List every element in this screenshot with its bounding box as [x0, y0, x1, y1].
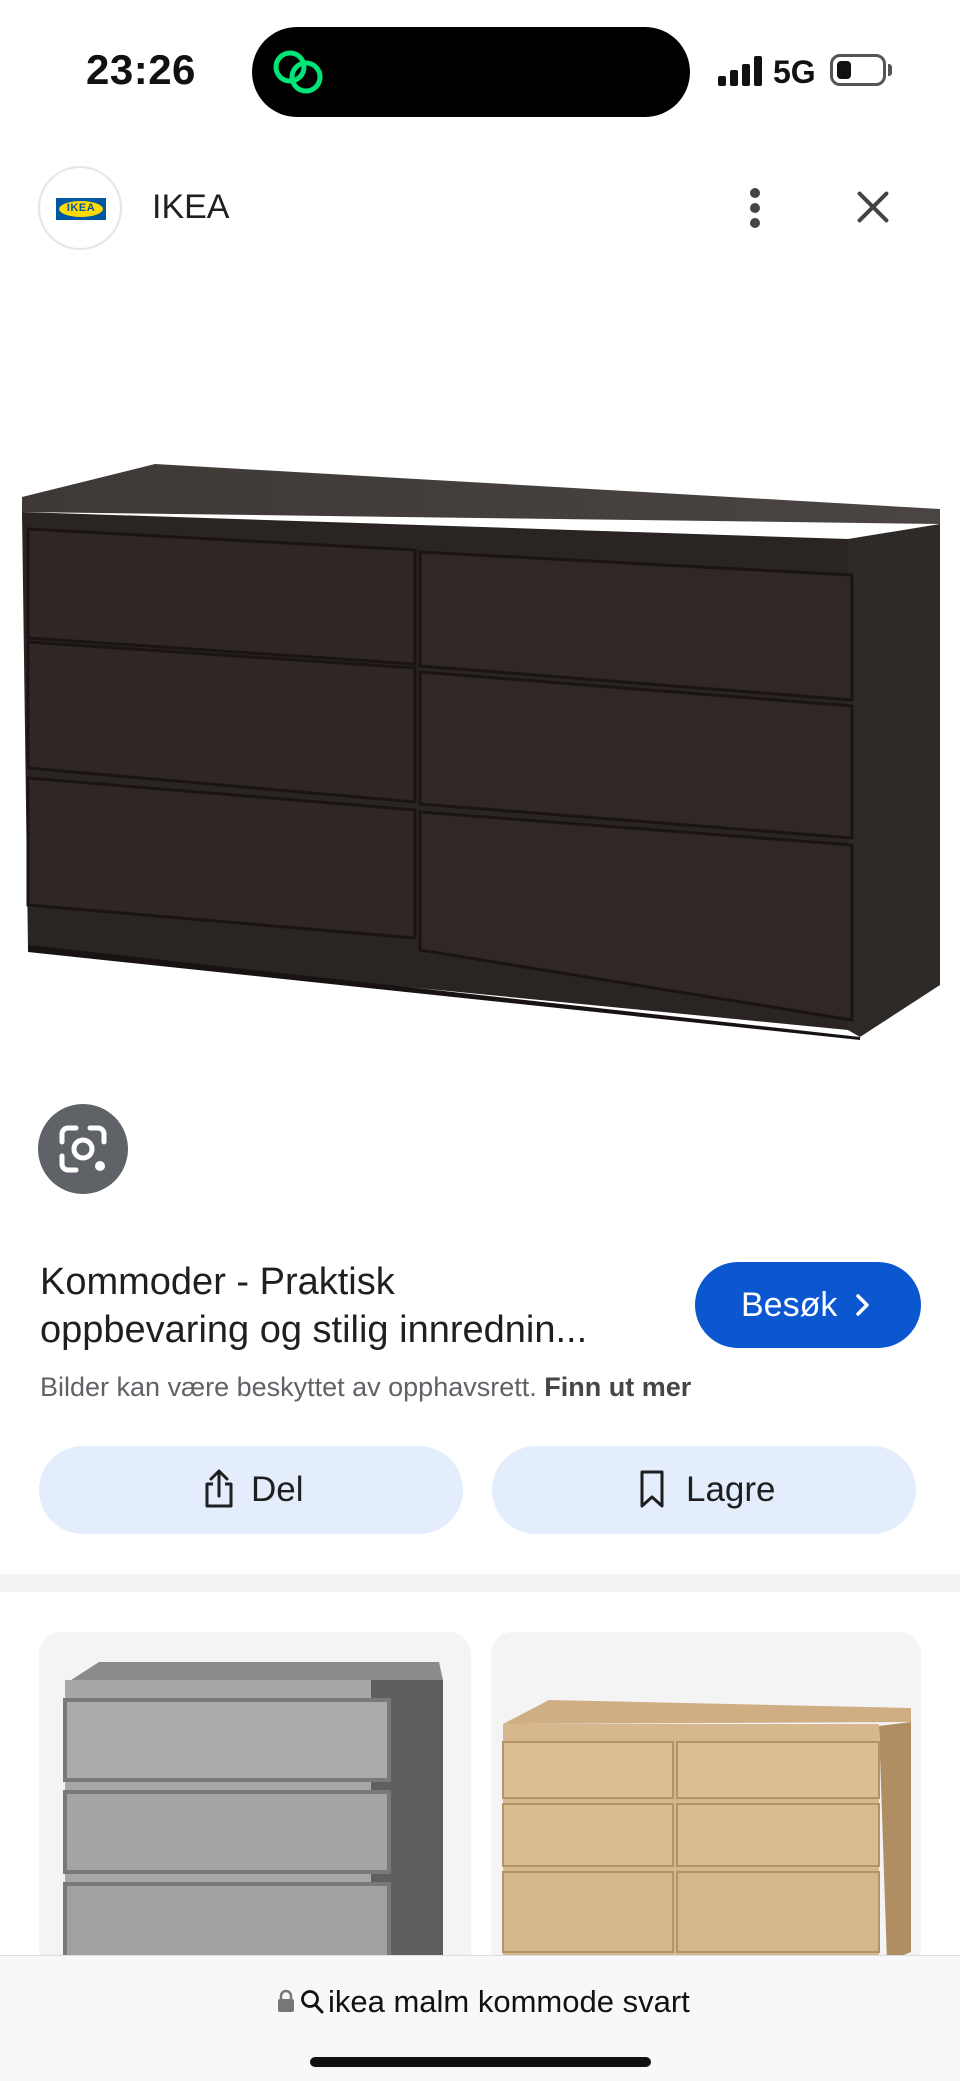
- lock-icon: [278, 1989, 294, 2012]
- result-title[interactable]: Kommoder - Praktisk oppbevaring og stili…: [40, 1258, 670, 1354]
- home-indicator[interactable]: [310, 2057, 651, 2067]
- logo-text: IKEA: [66, 202, 96, 214]
- share-label: Del: [251, 1470, 304, 1509]
- bookmark-icon: [640, 1470, 664, 1508]
- learn-more-link[interactable]: Finn ut mer: [544, 1372, 691, 1402]
- lens-icon: [59, 1125, 107, 1173]
- ikea-logo-icon: IKEA: [56, 198, 106, 220]
- close-button[interactable]: [848, 182, 898, 232]
- network-label: 5G: [773, 54, 816, 90]
- visit-button-label: Besøk: [741, 1286, 838, 1324]
- source-header: IKEA IKEA: [0, 160, 960, 260]
- main-product-image[interactable]: [0, 440, 960, 1050]
- url-query-text: ikea malm kommode svart: [328, 1984, 690, 2019]
- section-divider: [0, 1574, 960, 1592]
- save-label: Lagre: [686, 1470, 776, 1509]
- site-name[interactable]: IKEA: [152, 188, 229, 227]
- share-button[interactable]: Del: [39, 1446, 463, 1534]
- result-title-line-2: oppbevaring og stilig innrednin...: [40, 1309, 588, 1351]
- signal-icon: [718, 56, 766, 86]
- battery-icon: [830, 54, 886, 86]
- dynamic-island: [252, 27, 690, 117]
- green-link-icon: [273, 50, 323, 94]
- url-bar[interactable]: ikea malm kommode svart: [0, 1955, 960, 2081]
- battery-nub: [888, 64, 892, 76]
- search-icon: [301, 1990, 324, 2014]
- site-logo[interactable]: IKEA: [38, 166, 122, 250]
- copyright-notice: Bilder kan være beskyttet av opphavsrett…: [40, 1372, 691, 1403]
- lens-button[interactable]: [38, 1104, 128, 1194]
- status-time: 23:26: [86, 46, 196, 93]
- visit-button[interactable]: Besøk: [695, 1262, 921, 1348]
- more-options-button[interactable]: [730, 180, 780, 236]
- status-bar: 23:26 5G: [0, 0, 960, 140]
- more-vertical-icon: [750, 188, 760, 198]
- result-title-line-1: Kommoder - Praktisk: [40, 1261, 395, 1303]
- copyright-text: Bilder kan være beskyttet av opphavsrett…: [40, 1372, 537, 1402]
- save-button[interactable]: Lagre: [492, 1446, 916, 1534]
- share-icon: [205, 1469, 233, 1508]
- chevron-right-icon: [856, 1294, 869, 1316]
